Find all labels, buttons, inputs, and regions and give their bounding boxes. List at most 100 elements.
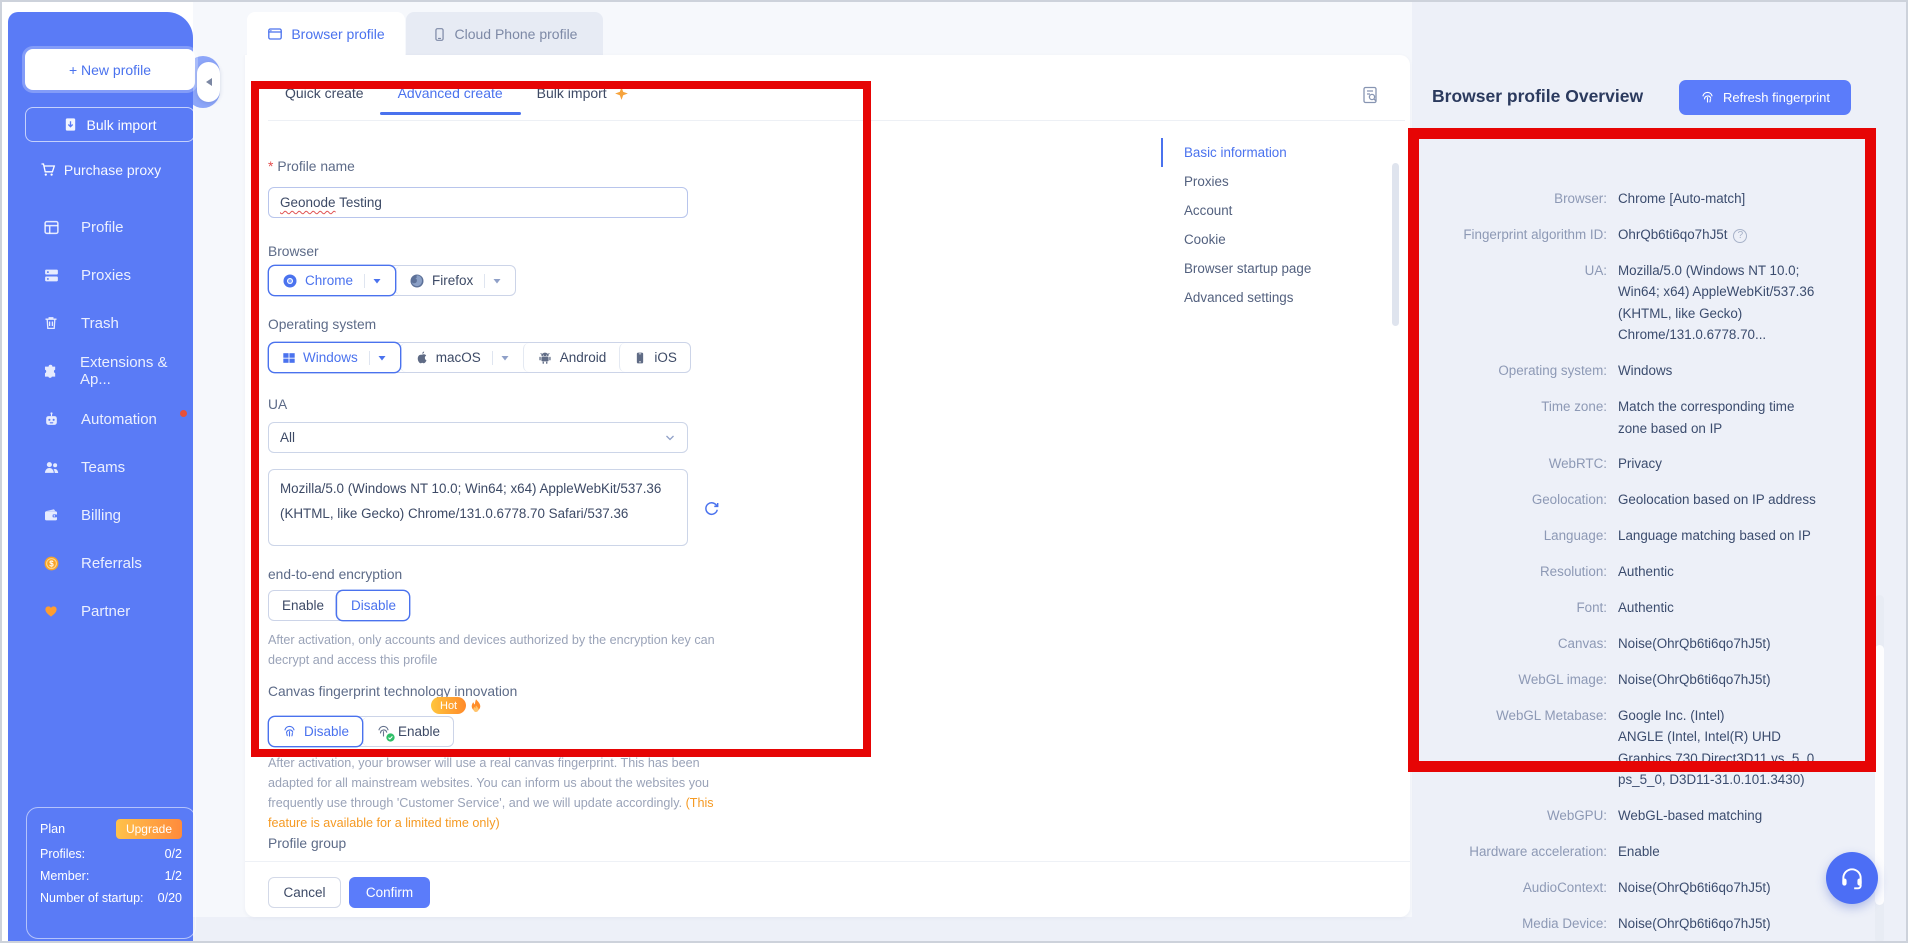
section-nav-browser-startup-page[interactable]: Browser startup page — [1161, 254, 1381, 283]
card-scrollbar-thumb[interactable] — [1392, 163, 1399, 326]
upgrade-button[interactable]: Upgrade — [116, 819, 182, 839]
sidebar-item-extensions[interactable]: Extensions & Ap... — [8, 347, 193, 395]
overview-row-value: Language matching based on IP — [1618, 525, 1866, 546]
overview-scrollbar-thumb[interactable] — [1875, 645, 1884, 905]
purchase-proxy-link[interactable]: Purchase proxy — [8, 162, 193, 178]
section-nav-advanced-settings[interactable]: Advanced settings — [1161, 283, 1381, 312]
sidebar-item-profile[interactable]: Profile — [8, 203, 193, 251]
overview-row-label: Font: — [1430, 597, 1607, 618]
ua-textarea[interactable]: Mozilla/5.0 (Windows NT 10.0; Win64; x64… — [268, 469, 688, 546]
os-option-macos[interactable]: macOS — [400, 343, 523, 372]
new-profile-button[interactable]: + New profile — [25, 49, 195, 90]
overview-row-value: Authentic — [1618, 561, 1866, 582]
overview-row-label: Time zone: — [1430, 396, 1607, 439]
os-option-windows[interactable]: Windows — [269, 343, 400, 372]
canvas-disable-button[interactable]: Disable — [269, 717, 362, 746]
android-icon — [537, 350, 553, 366]
profile-name-input[interactable]: Geonode Testing — [268, 187, 688, 218]
option-label: Windows — [303, 350, 358, 365]
notification-dot — [180, 410, 187, 417]
browser-option-chrome[interactable]: Chrome — [269, 266, 395, 295]
help-icon[interactable]: ? — [1733, 229, 1747, 243]
os-option-android[interactable]: Android — [523, 343, 620, 372]
sidebar-item-proxies[interactable]: Proxies — [8, 251, 193, 299]
purchase-proxy-label: Purchase proxy — [64, 162, 161, 178]
hot-badge-label: Hot — [431, 697, 466, 714]
overview-row-value: Noise(OhrQb6ti6qo7hJ5t) — [1618, 913, 1866, 934]
tab-advanced-create[interactable]: Advanced create — [398, 85, 503, 101]
chrome-icon — [282, 273, 298, 289]
e2e-enable-button[interactable]: Enable — [269, 591, 337, 620]
tab-label: Browser profile — [291, 26, 384, 42]
refresh-ua-icon[interactable] — [703, 500, 720, 517]
puzzle-icon — [42, 363, 59, 380]
sidebar-collapse-button[interactable] — [197, 62, 220, 102]
chevron-down-icon[interactable] — [372, 276, 382, 286]
section-nav-proxies[interactable]: Proxies — [1161, 167, 1381, 196]
sidebar-item-teams[interactable]: Teams — [8, 443, 193, 491]
coin-icon: $ — [42, 555, 60, 572]
chevron-down-icon[interactable] — [492, 276, 502, 286]
refresh-fingerprint-button[interactable]: Refresh fingerprint — [1679, 80, 1851, 115]
sidebar-item-trash[interactable]: Trash — [8, 299, 193, 347]
wallet-icon — [42, 507, 60, 523]
heart-icon — [42, 603, 60, 619]
tab-label: Bulk import — [537, 85, 607, 101]
overview-row-value: WebGL-based matching — [1618, 805, 1866, 826]
tabs-divider — [268, 120, 1405, 121]
bottom-strip — [193, 917, 1412, 943]
sidebar: + New profile Bulk import Purchase proxy… — [8, 12, 193, 943]
users-icon — [42, 459, 60, 476]
canvas-enable-button[interactable]: Enable — [362, 717, 453, 746]
browser-option-firefox[interactable]: Firefox — [395, 266, 515, 295]
option-label: Disable — [304, 724, 349, 739]
confirm-button[interactable]: Confirm — [349, 877, 430, 908]
tab-quick-create[interactable]: Quick create — [285, 85, 364, 101]
ua-filter-select[interactable]: All — [268, 422, 688, 453]
chevron-down-icon[interactable] — [377, 353, 387, 363]
sidebar-item-label: Profile — [81, 219, 124, 236]
sidebar-item-billing[interactable]: Billing — [8, 491, 193, 539]
sidebar-item-referrals[interactable]: $ Referrals — [8, 539, 193, 587]
tab-bulk-import[interactable]: Bulk import — [537, 85, 629, 101]
profile-name-label: *Profile name — [268, 159, 355, 174]
canvas-options: Disable Enable — [268, 716, 454, 747]
tab-browser-profile[interactable]: Browser profile — [247, 12, 405, 56]
overview-row-value: Chrome [Auto-match] — [1618, 188, 1866, 209]
overview-row-label: Resolution: — [1430, 561, 1607, 582]
e2e-label: end-to-end encryption — [268, 567, 402, 582]
overview-row-label: Fingerprint algorithm ID: — [1430, 224, 1607, 245]
overview-row-value: OhrQb6ti6qo7hJ5t? — [1618, 224, 1866, 245]
windows-icon — [282, 351, 296, 365]
section-nav-account[interactable]: Account — [1161, 196, 1381, 225]
support-button[interactable] — [1826, 852, 1878, 904]
profile-group-label: Profile group — [268, 836, 346, 851]
section-nav-cookie[interactable]: Cookie — [1161, 225, 1381, 254]
create-profile-card: Quick create Advanced create Bulk import… — [245, 55, 1410, 917]
overview-row-value: Noise(OhrQb6ti6qo7hJ5t) — [1618, 669, 1866, 690]
sidebar-item-automation[interactable]: Automation — [8, 395, 193, 443]
button-label: Refresh fingerprint — [1723, 90, 1830, 105]
bulk-import-button[interactable]: Bulk import — [25, 107, 195, 142]
section-nav-basic-information[interactable]: Basic information — [1161, 138, 1381, 167]
os-label: Operating system — [268, 317, 376, 332]
os-option-ios[interactable]: iOS — [619, 343, 690, 372]
overview-row-label: Geolocation: — [1430, 489, 1607, 510]
tab-cloud-phone-profile[interactable]: Cloud Phone profile — [406, 12, 603, 56]
member-label: Member: — [40, 869, 89, 883]
overview-row-label: WebGPU: — [1430, 805, 1607, 826]
divider — [369, 351, 370, 365]
e2e-disable-button[interactable]: Disable — [337, 591, 409, 620]
section-nav: Basic information Proxies Account Cookie… — [1161, 138, 1381, 312]
profiles-value: 0/2 — [165, 847, 182, 861]
overview-row-label: AudioContext: — [1430, 877, 1607, 898]
select-value: All — [280, 430, 295, 445]
sidebar-item-partner[interactable]: Partner — [8, 587, 193, 635]
overview-row-label: Language: — [1430, 525, 1607, 546]
overview-row-label: Browser: — [1430, 188, 1607, 209]
cancel-button[interactable]: Cancel — [268, 877, 341, 908]
profile-preview-icon[interactable] — [1360, 85, 1380, 105]
chevron-down-icon[interactable] — [500, 353, 510, 363]
ua-label: UA — [268, 397, 287, 412]
plan-box: Plan Upgrade Profiles: 0/2 Member: 1/2 N… — [26, 807, 196, 939]
